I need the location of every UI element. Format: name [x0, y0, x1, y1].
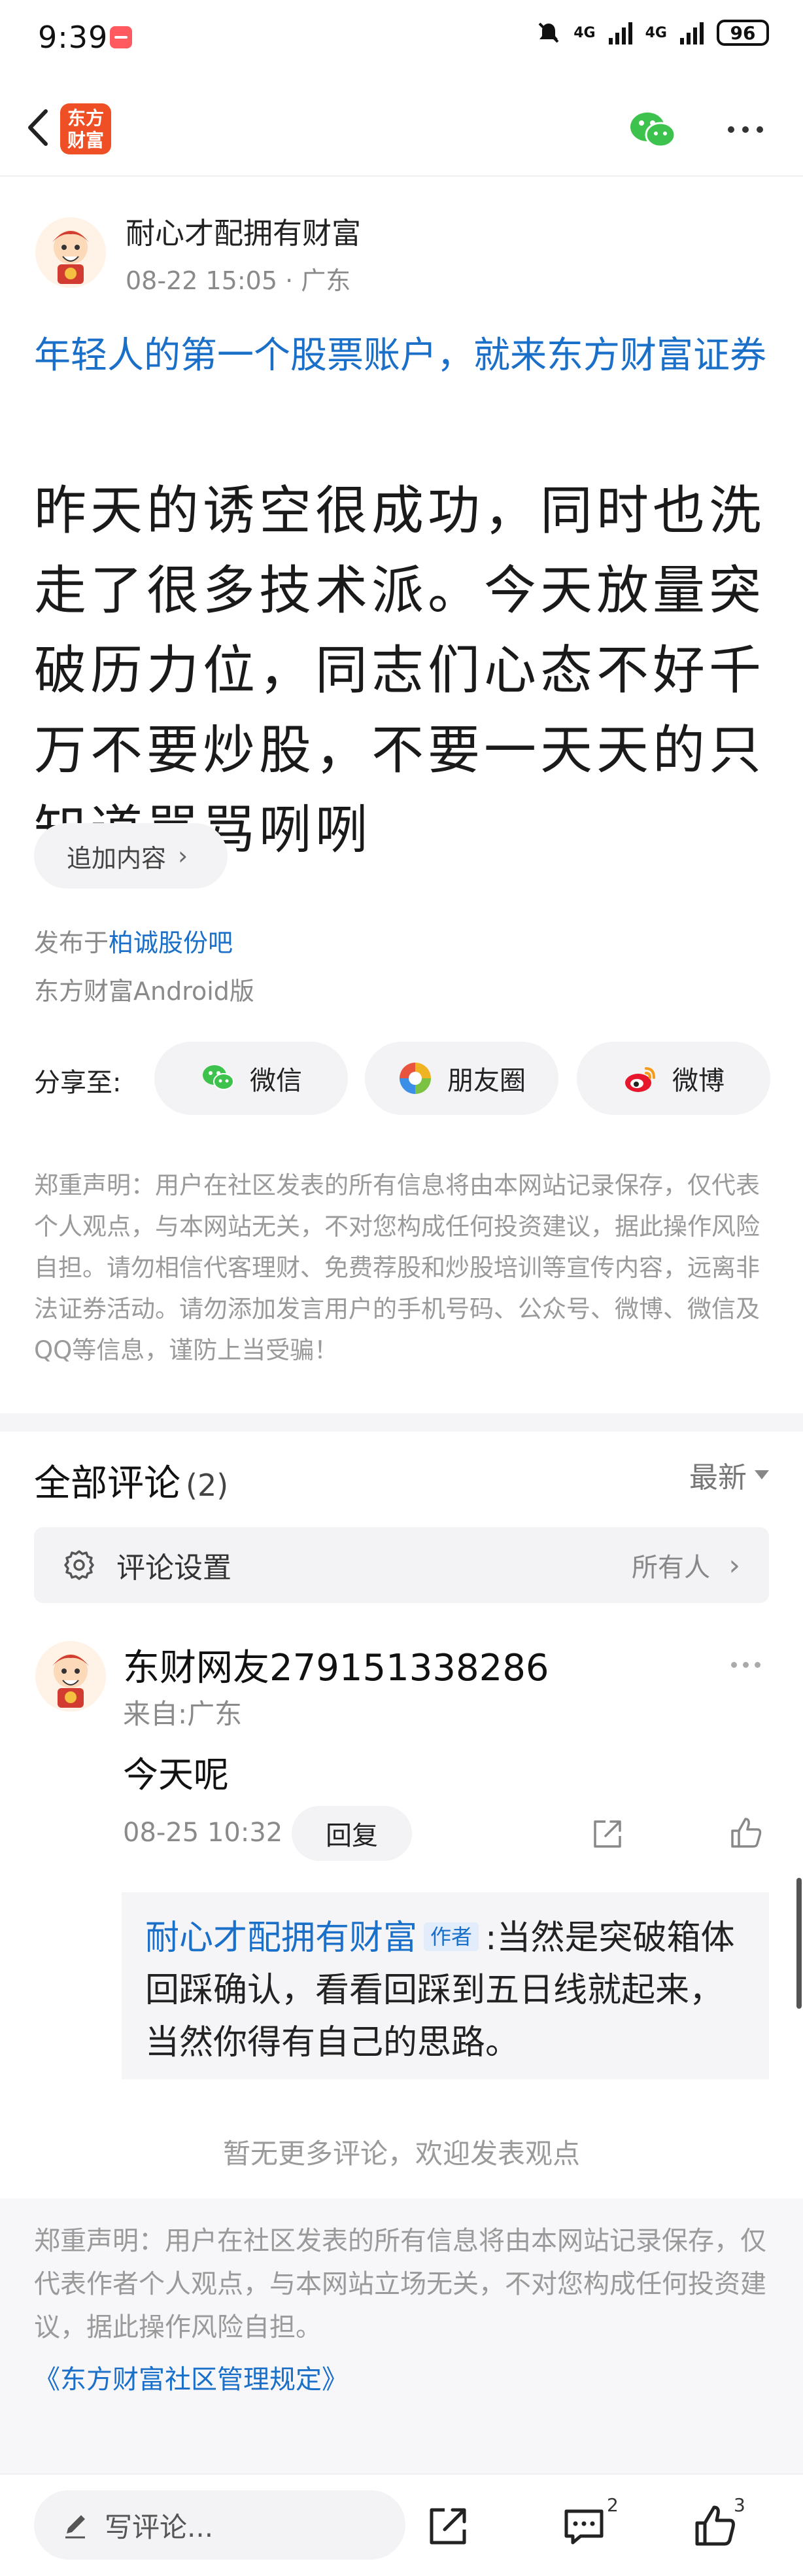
author-avatar[interactable]	[34, 216, 107, 289]
author-reply: 耐心才配拥有财富 作者:当然是突破箱体回踩确认，看看回踩到五日线就起来，当然你得有…	[122, 1892, 769, 2079]
post-body: 昨天的诱空很成功，同时也洗走了很多技术派。今天放量突破历力位，同志们心态不好千万…	[34, 480, 765, 860]
mute-icon	[538, 22, 559, 43]
sort-label: 最新	[689, 1461, 747, 1494]
disclaimer-top: 郑重声明：用户在社区发表的所有信息将由本网站记录保存，仅代表个人观点，与本网站无…	[34, 1171, 760, 1364]
posted-in: 发布于柏诚股份吧	[34, 923, 233, 959]
comment-count-badge: 2	[607, 2494, 619, 2516]
comment-settings-value: 所有人	[632, 1553, 710, 1583]
comment-settings-row[interactable]: 评论设置 所有人 ›	[34, 1527, 769, 1603]
more-options-icon[interactable]	[719, 116, 772, 143]
share-icon[interactable]	[590, 1816, 625, 1852]
wechat-icon	[203, 1065, 234, 1090]
wechat-share-icon[interactable]	[626, 107, 679, 153]
network-type-2: 4G	[645, 24, 667, 41]
comments-count: (2)	[186, 1468, 229, 1503]
post-location: 广东	[301, 266, 351, 295]
battery-indicator: 96	[717, 20, 769, 46]
comment-icon[interactable]	[561, 2503, 607, 2549]
chevron-right-icon: ›	[728, 1548, 740, 1582]
network-type-1: 4G	[573, 24, 596, 41]
author-name[interactable]: 耐心才配拥有财富	[126, 209, 361, 252]
disclaimer-bottom: 郑重声明：用户在社区发表的所有信息将由本网站记录保存，仅代表作者个人观点，与本网…	[34, 2226, 766, 2342]
like-count-badge: 3	[734, 2494, 745, 2516]
moments-icon	[400, 1063, 431, 1094]
weibo-icon	[625, 1067, 655, 1092]
commenter-avatar[interactable]	[34, 1640, 107, 1713]
logo-text-bottom: 财富	[67, 130, 104, 151]
share-moments-label: 朋友圈	[447, 1066, 526, 1096]
status-bar: 9:39 4G 4G 96	[0, 0, 803, 79]
posted-in-prefix: 发布于	[34, 928, 109, 957]
add-content-label: 追加内容	[67, 843, 167, 873]
back-arrow-icon[interactable]	[18, 105, 60, 150]
author-badge: 作者	[424, 1922, 479, 1951]
reply-button[interactable]: 回复	[292, 1806, 412, 1861]
scrollbar[interactable]	[796, 1878, 802, 2009]
community-rules-link[interactable]: 《东方财富社区管理规定》	[34, 2358, 348, 2396]
comment-more-icon[interactable]	[731, 1662, 770, 1675]
notification-icon	[110, 26, 132, 48]
client-info: 东方财富Android版	[34, 977, 254, 1006]
section-divider	[0, 1413, 803, 1432]
comment-settings-label: 评论设置	[116, 1551, 231, 1585]
signal-icon-2	[680, 22, 704, 44]
commenter-name[interactable]: 东财网友279151338286	[123, 1638, 549, 1691]
caret-down-icon	[755, 1470, 769, 1479]
no-more-comments: 暂无更多评论，欢迎发表观点	[222, 2138, 580, 2170]
status-indicators: 4G 4G 96	[536, 20, 769, 46]
sort-dropdown[interactable]: 最新	[689, 1454, 769, 1496]
write-comment-input[interactable]: 写评论...	[34, 2490, 405, 2560]
comment-text: 今天呢	[123, 1754, 229, 1795]
signal-icon	[608, 22, 632, 44]
share-weibo-button[interactable]: 微博	[577, 1042, 770, 1115]
add-content-button[interactable]: 追加内容 ›	[34, 823, 228, 889]
nav-bar: 东方 财富	[0, 79, 803, 177]
comments-title: 全部评论	[34, 1462, 180, 1505]
share-moments-button[interactable]: 朋友圈	[365, 1042, 558, 1115]
reply-author-name[interactable]: 耐心才配拥有财富	[145, 1918, 417, 1958]
commenter-location: 来自:广东	[123, 1698, 243, 1730]
logo-text-top: 东方	[67, 107, 104, 129]
thumbs-up-icon[interactable]	[728, 1815, 764, 1850]
like-icon[interactable]	[692, 2503, 738, 2549]
chevron-right-icon: ›	[178, 841, 188, 870]
meta-separator: ·	[285, 266, 301, 295]
comments-heading: 全部评论 (2)	[34, 1454, 228, 1507]
promo-link[interactable]: 年轻人的第一个股票账户，就来东方财富证券	[34, 327, 773, 385]
post-date: 08-22 15:05	[126, 266, 278, 295]
pen-icon	[65, 2515, 85, 2539]
forum-link[interactable]: 柏诚股份吧	[109, 928, 233, 957]
gear-icon	[64, 1550, 94, 1580]
app-logo[interactable]: 东方 财富	[60, 103, 111, 154]
write-comment-placeholder: 写评论...	[105, 2511, 214, 2543]
share-wechat-button[interactable]: 微信	[154, 1042, 348, 1115]
share-wechat-label: 微信	[250, 1066, 302, 1096]
comment-time: 08-25 10:32	[123, 1818, 283, 1848]
post-meta: 08-22 15:05 · 广东	[126, 260, 350, 296]
share-weibo-label: 微博	[672, 1066, 725, 1096]
status-time: 9:39	[38, 20, 109, 55]
forward-share-icon[interactable]	[425, 2503, 471, 2549]
share-label: 分享至:	[34, 1068, 122, 1098]
